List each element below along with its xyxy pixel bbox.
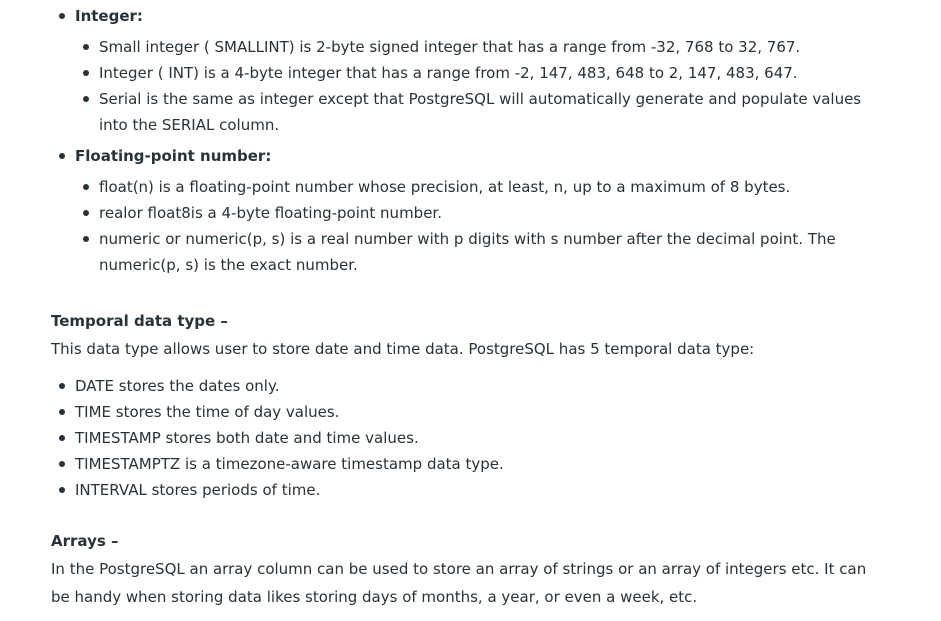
bullet-icon	[83, 210, 89, 216]
date-item: DATE stores the dates only.	[75, 377, 280, 395]
article-content: Integer: Small integer ( SMALLINT) is 2-…	[0, 0, 941, 621]
numeric-item-line1: numeric or numeric(p, s) is a real numbe…	[99, 230, 836, 248]
integer-heading: Integer:	[75, 7, 143, 25]
real-item: realor float8is a 4-byte floating-point …	[99, 204, 442, 222]
serial-item-line1: Serial is the same as integer except tha…	[99, 90, 862, 108]
bullet-icon	[59, 13, 65, 19]
timestamp-item: TIMESTAMP stores both date and time valu…	[75, 429, 419, 447]
bullet-icon	[59, 435, 65, 441]
bullet-icon	[83, 184, 89, 190]
arrays-paragraph-line2: be handy when storing data likes storing…	[51, 588, 698, 606]
numeric-item-line2: numeric(p, s) is the exact number.	[99, 256, 358, 274]
bullet-icon	[59, 409, 65, 415]
interval-item: INTERVAL stores periods of time.	[75, 481, 321, 499]
temporal-heading: Temporal data type –	[51, 312, 228, 330]
bullet-icon	[59, 383, 65, 389]
floating-heading: Floating-point number:	[75, 147, 272, 165]
bullet-icon	[59, 461, 65, 467]
bullet-icon	[83, 236, 89, 242]
float-item: float(n) is a floating-point number whos…	[99, 178, 791, 196]
arrays-heading: Arrays –	[51, 532, 119, 550]
timestamptz-item: TIMESTAMPTZ is a timezone-aware timestam…	[75, 455, 504, 473]
bullet-icon	[59, 487, 65, 493]
arrays-paragraph-line1: In the PostgreSQL an array column can be…	[51, 560, 867, 578]
bullet-icon	[83, 44, 89, 50]
smallint-item: Small integer ( SMALLINT) is 2-byte sign…	[99, 38, 801, 56]
temporal-intro: This data type allows user to store date…	[51, 340, 755, 358]
bullet-icon	[83, 70, 89, 76]
time-item: TIME stores the time of day values.	[75, 403, 340, 421]
int-item: Integer ( INT) is a 4-byte integer that …	[99, 64, 798, 82]
bullet-icon	[59, 153, 65, 159]
serial-item-line2: into the SERIAL column.	[99, 116, 280, 134]
bullet-icon	[83, 96, 89, 102]
